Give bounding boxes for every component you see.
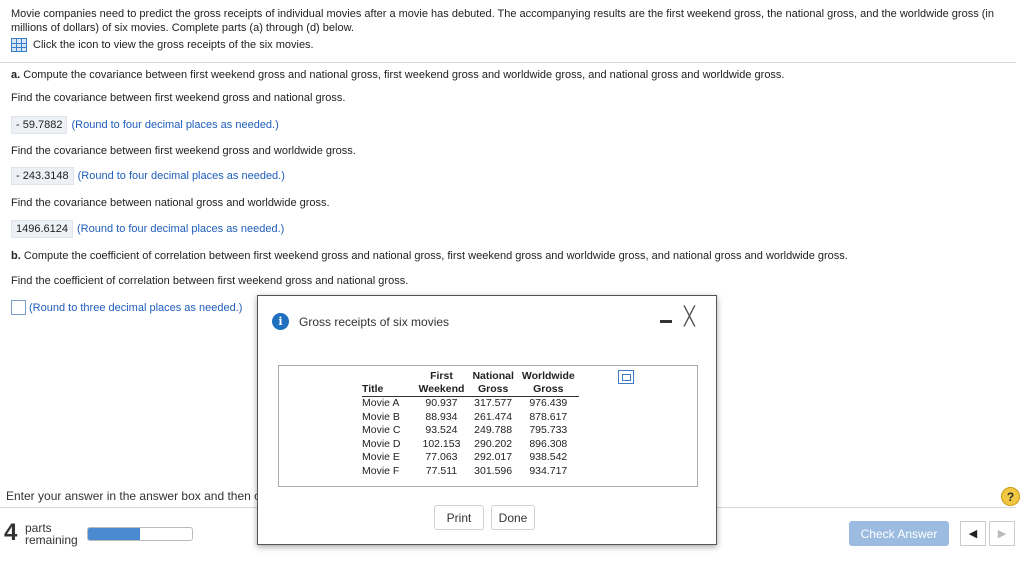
answer-box-3[interactable]: 1496.6124 (11, 220, 73, 238)
table-cell: 261.474 (474, 410, 513, 423)
table-cell: Movie A (362, 397, 400, 409)
help-icon[interactable]: ? (1001, 487, 1020, 506)
table-cell: 938.542 (529, 451, 568, 464)
previous-icon[interactable]: ◀ (960, 521, 986, 546)
rounding-hint-1: (Round to four decimal places as needed.… (71, 119, 279, 131)
rounding-hint-3: (Round to four decimal places as needed.… (77, 223, 285, 235)
copy-table-icon[interactable] (618, 370, 634, 384)
rounding-hint-b1: (Round to three decimal places as needed… (29, 301, 243, 314)
answer-row-b1: (Round to three decimal places as needed… (11, 300, 242, 315)
table-grid-icon[interactable] (11, 38, 27, 52)
table-cell: Movie D (362, 437, 401, 450)
column-header: Title (362, 370, 415, 397)
icon-link-text: Click the icon to view the gross receipt… (33, 39, 314, 51)
close-icon[interactable]: ╳ (684, 306, 695, 327)
table-cell: 896.308 (529, 437, 568, 450)
part-a-question-3: Find the covariance between national gro… (11, 197, 330, 209)
table-cell: 976.439 (529, 397, 568, 409)
gross-receipts-table: Title First Weekend National Gross Worldwi… (362, 370, 579, 479)
minimize-icon[interactable] (660, 320, 672, 323)
table-cell: Movie B (362, 410, 400, 423)
info-icon: i (272, 313, 289, 330)
answer-box-2[interactable]: - 243.3148 (11, 167, 74, 185)
table-row: Movie B 88.934 261.474 878.617 (362, 411, 579, 425)
answer-instruction: Enter your answer in the answer box and … (6, 489, 261, 503)
table-cell: 317.577 (474, 397, 513, 409)
data-icon-link[interactable]: Click the icon to view the gross receipt… (11, 38, 314, 52)
table-cell: 934.717 (529, 464, 568, 477)
done-button[interactable]: Done (491, 505, 535, 530)
table-row: Movie E 77.063 292.017 938.542 (362, 451, 579, 465)
divider (0, 62, 1016, 63)
answer-input-b1[interactable] (11, 300, 26, 315)
table-cell: 77.511 (425, 464, 458, 477)
data-table-frame: Title First Weekend National Gross Worldwi… (278, 365, 698, 487)
table-cell: Movie E (362, 451, 400, 464)
progress-fill (88, 528, 140, 540)
answer-row-2: - 243.3148 (Round to four decimal places… (11, 167, 285, 185)
table-cell: 292.017 (474, 451, 513, 464)
dialog-title: Gross receipts of six movies (299, 314, 450, 329)
answer-row-1: - 59.7882 (Round to four decimal places … (11, 116, 279, 134)
table-row: Movie D 102.153 290.202 896.308 (362, 438, 579, 452)
dialog-header: i Gross receipts of six movies (272, 313, 449, 330)
part-b-prompt: b. Compute the coefficient of correlatio… (11, 250, 848, 262)
table-row: Movie C 93.524 249.788 795.733 (362, 424, 579, 438)
gross-receipts-dialog: i Gross receipts of six movies ╳ Title F… (257, 295, 717, 545)
column-header: National Gross (468, 370, 518, 397)
part-a-question-1: Find the covariance between first weeken… (11, 92, 346, 104)
table-cell: 878.617 (529, 410, 568, 423)
table-cell: 102.153 (422, 437, 461, 450)
table-cell: 90.937 (425, 397, 458, 409)
column-header: First Weekend (414, 370, 469, 397)
table-cell: Movie C (362, 424, 401, 437)
print-button[interactable]: Print (434, 505, 484, 530)
rounding-hint-2: (Round to four decimal places as needed.… (77, 170, 285, 182)
next-icon[interactable]: ▶ (989, 521, 1015, 546)
check-answer-button[interactable]: Check Answer (849, 521, 949, 546)
part-a-prompt: a. Compute the covariance between first … (11, 69, 785, 81)
part-b-question-1: Find the coefficient of correlation betw… (11, 275, 409, 287)
table-cell: Movie F (362, 464, 400, 477)
column-header: Worldwide Gross (517, 370, 579, 397)
part-a-question-2: Find the covariance between first weeken… (11, 145, 356, 157)
table-cell: 77.063 (425, 451, 458, 464)
parts-remaining-count: 4 (4, 519, 18, 546)
table-row: Movie F 77.511 301.596 934.717 (362, 465, 579, 479)
table-cell: 290.202 (474, 437, 513, 450)
table-cell: 88.934 (425, 410, 458, 423)
table-header-row: Title First Weekend National Gross Worldwi… (362, 370, 579, 397)
answer-row-3: 1496.6124 (Round to four decimal places … (11, 220, 284, 238)
answer-box-1[interactable]: - 59.7882 (11, 116, 68, 134)
table-row: Movie A 90.937 317.577 976.439 (362, 397, 579, 411)
table-cell: 795.733 (529, 424, 568, 437)
table-cell: 249.788 (474, 424, 513, 437)
parts-remaining-label: parts remaining (25, 521, 78, 547)
table-cell: 301.596 (474, 464, 513, 477)
table-cell: 93.524 (425, 424, 458, 437)
problem-intro: Movie companies need to predict the gros… (11, 8, 994, 34)
progress-bar (87, 527, 193, 541)
